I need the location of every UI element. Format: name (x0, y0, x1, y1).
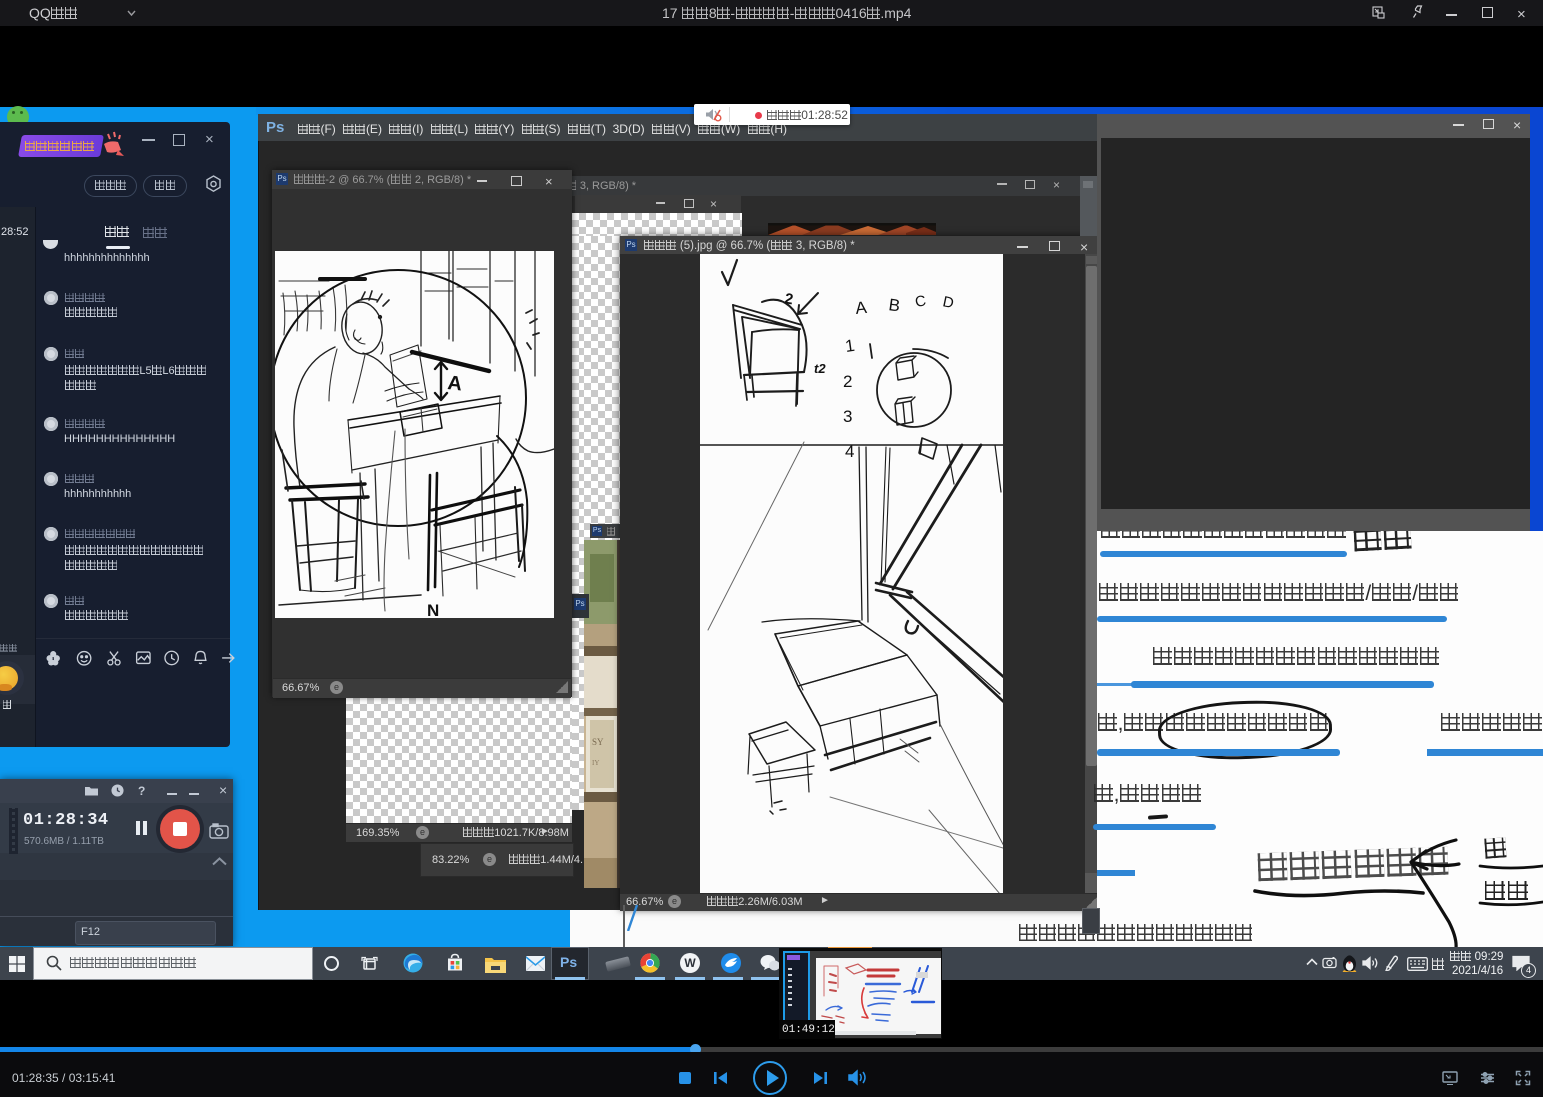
svg-text:N: N (427, 601, 439, 618)
svg-text:3: 3 (843, 407, 852, 426)
svg-text:2: 2 (783, 290, 794, 308)
svg-text:SY: SY (592, 737, 604, 747)
svg-text:IY: IY (592, 759, 599, 767)
svg-text:2: 2 (843, 372, 852, 391)
svg-text:1: 1 (844, 336, 856, 356)
svg-text:C: C (914, 292, 928, 311)
svg-text:D: D (941, 293, 955, 312)
svg-text:A: A (854, 298, 868, 318)
svg-text:B: B (887, 295, 901, 315)
svg-text:A: A (446, 372, 463, 395)
svg-text:t2: t2 (814, 361, 826, 376)
